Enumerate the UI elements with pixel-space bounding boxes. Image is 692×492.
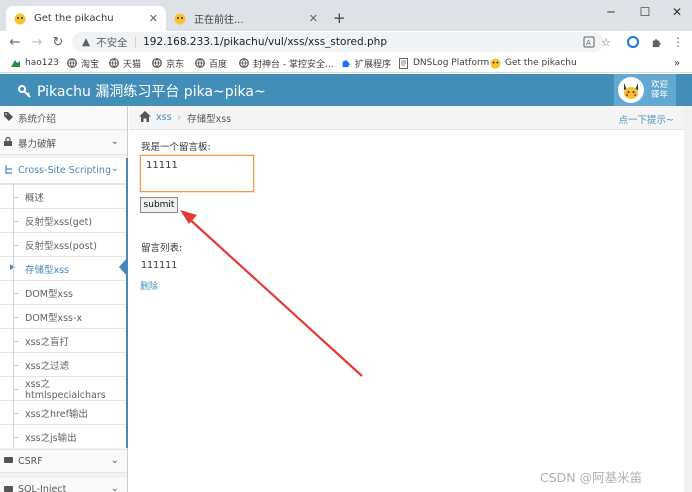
pikachu-favicon [174, 13, 186, 25]
bookmark-baidu[interactable]: 百度 [194, 56, 227, 70]
message-list-label: 留言列表: [141, 243, 183, 254]
puzzle-icon[interactable] [648, 34, 664, 50]
new-tab-button[interactable]: + [333, 9, 346, 27]
security-label: 不安全 [96, 36, 128, 49]
doc-icon [398, 57, 409, 69]
chevron-down-icon: ⌄ [110, 455, 119, 466]
bookmark-tmall[interactable]: 天猫 [108, 56, 141, 70]
message-text: 111111 [141, 260, 178, 271]
maximize-icon[interactable]: ☐ [635, 4, 655, 20]
url-text[interactable]: 192.168.233.1/pikachu/vul/xss/xss_stored… [143, 36, 387, 48]
close-tab-icon[interactable]: ✕ [149, 12, 158, 25]
star-icon[interactable]: ☆ [598, 34, 614, 50]
sidebar: 系统介绍 暴力破解 ⌄ Cross-Site Scripting ⌄ 概述 反射… [0, 106, 128, 492]
bookmarks-overflow-icon[interactable]: » [674, 56, 680, 70]
back-icon[interactable]: ← [6, 33, 24, 51]
sitemap-icon [4, 164, 16, 177]
tag-icon [4, 111, 16, 124]
bookmark-extensions[interactable]: 扩展程序 [340, 56, 391, 70]
sidebar-active-bar [126, 158, 128, 448]
sidebar-item-brute-force[interactable]: 暴力破解 ⌄ [0, 131, 127, 155]
bolt-icon [4, 484, 16, 492]
sidebar-item-system-intro[interactable]: 系统介绍 [0, 106, 127, 130]
scrollbar[interactable] [684, 106, 692, 492]
tab-strip: Get the pikachu ✕ 正在前往... ✕ + ─ ☐ ✕ [0, 0, 692, 31]
tab-title: 正在前往... [194, 15, 244, 26]
chevron-down-icon: ⌄ [110, 483, 119, 492]
extension-circle-icon[interactable] [625, 34, 641, 50]
tab-get-the-pikachu[interactable]: Get the pikachu ✕ [6, 6, 166, 31]
globe-icon [194, 58, 205, 69]
form-label: 我是一个留言板: [141, 142, 211, 153]
close-window-icon[interactable]: ✕ [667, 4, 687, 20]
chevron-up-icon: ⌄ [110, 163, 119, 174]
bookmarks-bar: hao123 淘宝 天猫 京东 百度 封神台 - 掌控安全... 扩展程序 DN… [0, 53, 692, 73]
sidebar-subitem-href-output[interactable]: xss之href输出 [0, 400, 127, 424]
welcome-text: 欢迎 驿年 [651, 80, 669, 100]
sidebar-subitem-blind[interactable]: xss之盲打 [0, 328, 127, 352]
lock-icon [4, 136, 16, 149]
sidebar-subitem-dom-x[interactable]: DOM型xss-x [0, 304, 127, 328]
pikachu-favicon [14, 13, 26, 25]
home-icon[interactable] [139, 110, 151, 125]
globe-icon [66, 58, 77, 69]
pikachu-favicon [490, 57, 501, 69]
globe-icon [151, 58, 162, 69]
sidebar-item-csrf[interactable]: CSRF ⌄ [0, 449, 127, 473]
chevron-right-icon: › [177, 112, 182, 123]
sidebar-subitem-reflected-post[interactable]: 反射型xss(post) [0, 232, 127, 256]
sidebar-subitem-filter[interactable]: xss之过滤 [0, 352, 127, 376]
watermark: CSDN @阿基米笛 [540, 470, 643, 485]
close-tab-icon[interactable]: ✕ [309, 12, 318, 25]
browser-toolbar: ← → ↻ ▲ 不安全 | 192.168.233.1/pikachu/vul/… [0, 31, 692, 53]
sidebar-subitem-dom[interactable]: DOM型xss [0, 280, 127, 304]
delete-link[interactable]: 删除 [140, 279, 158, 292]
app-title[interactable]: Pikachu 漏洞练习平台 pika~pika~ [18, 81, 266, 101]
bookmark-get-the-pikachu[interactable]: Get the pikachu [490, 56, 577, 70]
breadcrumb: xss › 存储型xss 点一下提示~ [129, 106, 692, 130]
key-icon [18, 84, 31, 98]
menu-kebab-icon[interactable]: ⋮ [670, 34, 686, 50]
svg-text:A: A [586, 39, 591, 47]
sidebar-subitem-htmlspecialchars[interactable]: xss之htmlspecialchars [0, 376, 127, 401]
app-header: Pikachu 漏洞练习平台 pika~pika~ 欢迎 驿年 [0, 74, 692, 106]
hint-link[interactable]: 点一下提示~ [619, 112, 674, 126]
bookmark-dnslog[interactable]: DNSLog Platform [398, 56, 489, 70]
bolt-icon [4, 455, 16, 467]
message-input[interactable] [140, 155, 254, 192]
tab-loading[interactable]: 正在前往... ✕ [166, 6, 326, 31]
bookmark-fengshentai[interactable]: 封神台 - 掌控安全... [238, 56, 334, 70]
bookmark-hao123[interactable]: hao123 [10, 56, 59, 70]
translate-icon[interactable]: A [581, 34, 597, 50]
puzzle-icon [340, 58, 351, 69]
sidebar-subitem-reflected-get[interactable]: 反射型xss(get) [0, 208, 127, 232]
bookmark-jd[interactable]: 京东 [151, 56, 184, 70]
user-menu[interactable]: 欢迎 驿年 [614, 74, 676, 106]
tab-title: Get the pikachu [34, 13, 114, 24]
sidebar-active-pointer [119, 258, 127, 276]
chevron-down-icon: ⌄ [110, 136, 119, 147]
sidebar-item-sql-inject[interactable]: SQL-Inject ⌄ [0, 478, 127, 492]
sidebar-subitem-stored[interactable]: ▶存储型xss [0, 256, 127, 280]
sidebar-subitem-js-output[interactable]: xss之js输出 [0, 424, 127, 448]
submit-button[interactable]: submit [140, 197, 178, 213]
avatar [618, 77, 644, 103]
warning-icon[interactable]: ▲ [82, 36, 90, 48]
forward-icon[interactable]: → [28, 33, 46, 51]
sidebar-subitem-overview[interactable]: 概述 [0, 184, 127, 208]
breadcrumb-current: 存储型xss [187, 113, 232, 125]
address-bar[interactable]: ▲ 不安全 | 192.168.233.1/pikachu/vul/xss/xs… [72, 32, 604, 52]
breadcrumb-root[interactable]: xss [156, 112, 172, 123]
sidebar-item-xss[interactable]: Cross-Site Scripting ⌄ [0, 158, 127, 184]
reload-icon[interactable]: ↻ [49, 33, 67, 51]
globe-icon [108, 58, 119, 69]
hao123-icon [10, 58, 21, 69]
globe-icon [238, 58, 249, 69]
bookmark-taobao[interactable]: 淘宝 [66, 56, 99, 70]
minimize-icon[interactable]: ─ [601, 4, 621, 20]
sidebar-tree-line [13, 183, 14, 447]
